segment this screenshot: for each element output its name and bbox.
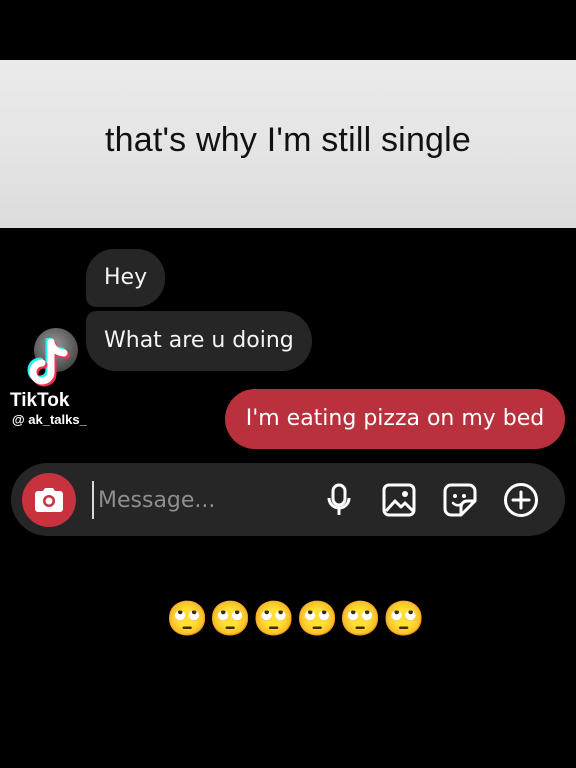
- plus-icon: [504, 483, 538, 517]
- sticker-icon: [443, 483, 477, 517]
- message-input[interactable]: [92, 481, 302, 519]
- gallery-icon: [382, 483, 416, 517]
- incoming-message: Hey: [86, 249, 166, 307]
- video-frame: that's why I'm still single TikTok @ ak_…: [0, 0, 576, 768]
- camera-button[interactable]: [22, 473, 76, 527]
- message-composer: [11, 463, 565, 536]
- microphone-button[interactable]: [321, 482, 357, 518]
- caption-banner: that's why I'm still single: [0, 60, 576, 228]
- eye-roll-emoji-row: 🙄🙄🙄🙄🙄🙄: [166, 599, 427, 639]
- camera-icon: [35, 488, 63, 512]
- caption-text: that's why I'm still single: [104, 120, 472, 159]
- tiktok-brand-label: TikTok: [10, 390, 70, 411]
- creator-handle: @ ak_talks_: [12, 412, 87, 427]
- microphone-icon: [327, 483, 351, 515]
- incoming-message: What are u doing: [86, 311, 312, 371]
- add-button[interactable]: [503, 482, 539, 518]
- sticker-button[interactable]: [442, 482, 478, 518]
- gallery-button[interactable]: [381, 482, 417, 518]
- outgoing-message: I'm eating pizza on my bed: [225, 389, 565, 449]
- tiktok-note-icon: [27, 338, 70, 387]
